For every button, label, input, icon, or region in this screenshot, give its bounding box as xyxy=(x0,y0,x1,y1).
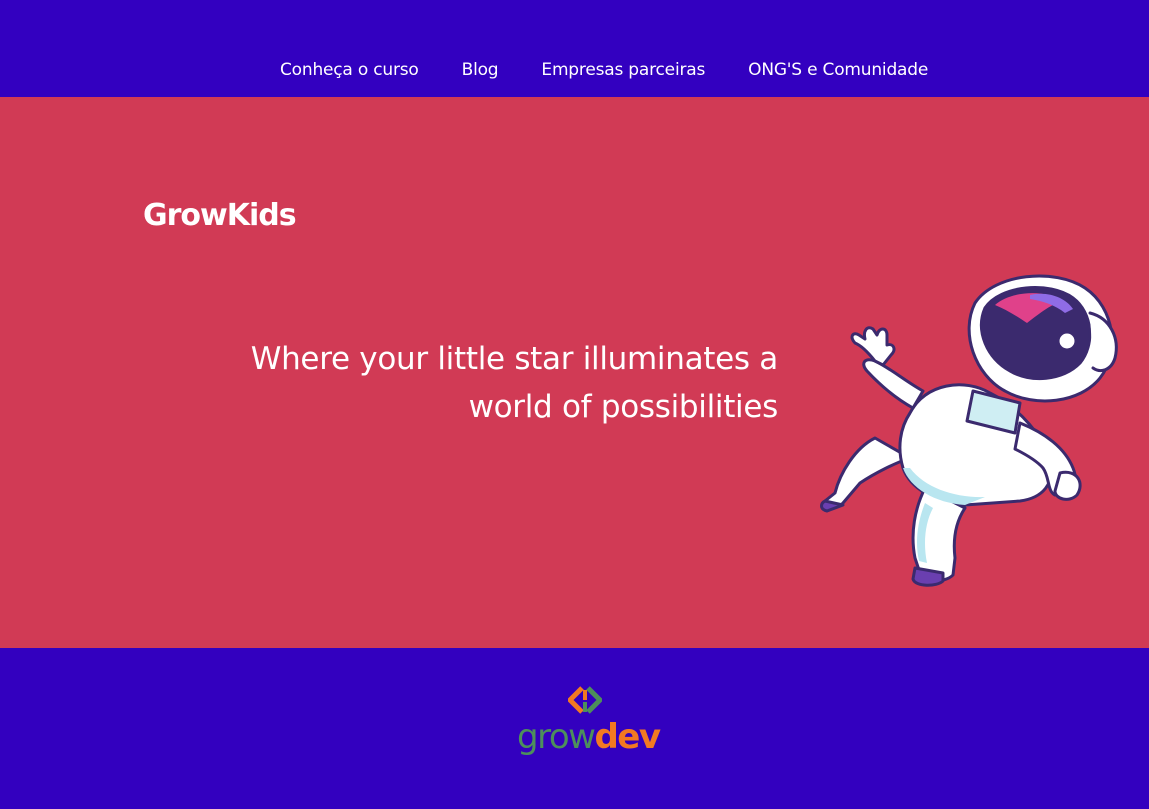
nav-link-ongs-comunidade[interactable]: ONG'S e Comunidade xyxy=(748,60,928,80)
astronaut-illustration xyxy=(820,274,1118,587)
nav-item-empresas-parceiras: Empresas parceiras xyxy=(541,60,748,80)
brand-title: GrowKids xyxy=(143,198,297,233)
code-brackets-icon xyxy=(568,686,602,714)
footer: growdev xyxy=(0,648,1149,809)
nav-link-empresas-parceiras[interactable]: Empresas parceiras xyxy=(541,60,705,80)
hero-section: GrowKids Where your little star illumina… xyxy=(0,97,1149,648)
logo-wordmark: growdev xyxy=(517,717,661,757)
nav-item-conheca-o-curso: Conheça o curso xyxy=(280,60,462,80)
nav-menu: Conheça o curso Blog Empresas parceiras … xyxy=(280,60,971,80)
growdev-logo[interactable]: growdev xyxy=(512,686,662,760)
nav-item-blog: Blog xyxy=(462,60,542,80)
top-navigation-bar: Conheça o curso Blog Empresas parceiras … xyxy=(0,0,1149,97)
nav-link-conheca-o-curso[interactable]: Conheça o curso xyxy=(280,60,419,80)
logo-dev: dev xyxy=(594,717,661,757)
nav-link-blog[interactable]: Blog xyxy=(462,60,499,80)
logo-grow: grow xyxy=(517,717,596,757)
nav-item-ongs-comunidade: ONG'S e Comunidade xyxy=(748,60,971,80)
hero-tagline: Where your little star illuminates a wor… xyxy=(250,341,779,425)
